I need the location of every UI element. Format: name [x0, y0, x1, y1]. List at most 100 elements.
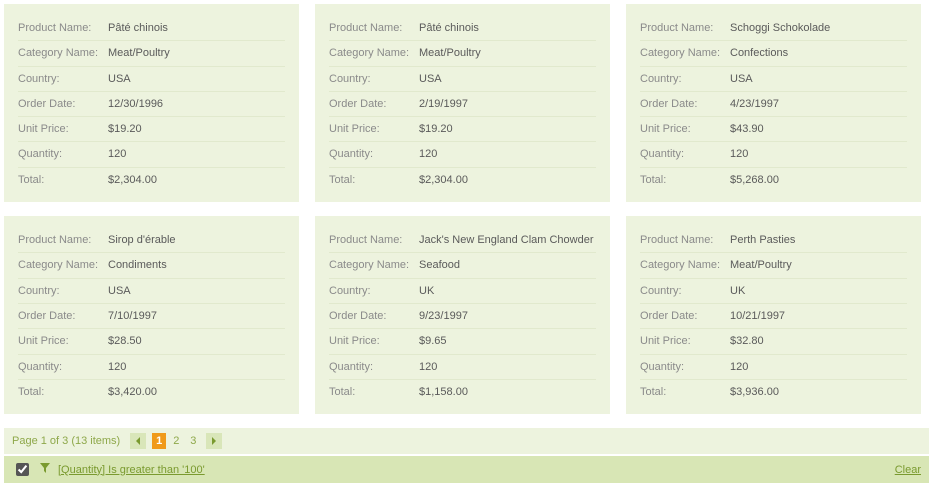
field-value: $19.20 [419, 122, 453, 136]
card-row-category: Category Name:Meat/Poultry [640, 253, 907, 278]
field-label: Order Date: [640, 97, 730, 111]
field-value: USA [108, 284, 131, 298]
field-value: USA [730, 72, 753, 86]
card-row-quantity: Quantity:120 [640, 142, 907, 167]
card-row-category: Category Name:Condiments [18, 253, 285, 278]
field-label: Order Date: [18, 309, 108, 323]
card-row-country: Country:USA [329, 67, 596, 92]
card-row-country: Country:UK [640, 279, 907, 304]
field-value: 10/21/1997 [730, 309, 785, 323]
filter-checkbox[interactable] [16, 463, 29, 476]
card-row-orderDate: Order Date:10/21/1997 [640, 304, 907, 329]
pager-next-button[interactable] [206, 433, 222, 449]
field-label: Unit Price: [640, 122, 730, 136]
field-value: 120 [419, 147, 437, 161]
record-card: Product Name:Schoggi Schokolade Category … [626, 4, 921, 202]
field-label: Category Name: [18, 258, 108, 272]
card-row-unitPrice: Unit Price:$9.65 [329, 329, 596, 354]
field-value: 9/23/1997 [419, 309, 468, 323]
field-label: Order Date: [329, 97, 419, 111]
field-label: Category Name: [640, 258, 730, 272]
chevron-left-icon [135, 437, 141, 445]
field-label: Quantity: [329, 147, 419, 161]
card-row-unitPrice: Unit Price:$32.80 [640, 329, 907, 354]
card-row-orderDate: Order Date:12/30/1996 [18, 92, 285, 117]
chevron-right-icon [211, 437, 217, 445]
card-row-quantity: Quantity:120 [18, 142, 285, 167]
pager-page-1[interactable]: 1 [152, 433, 166, 449]
field-value: 7/10/1997 [108, 309, 157, 323]
card-row-orderDate: Order Date:2/19/1997 [329, 92, 596, 117]
card-row-category: Category Name:Meat/Poultry [329, 41, 596, 66]
card-row-quantity: Quantity:120 [18, 355, 285, 380]
card-row-unitPrice: Unit Price:$28.50 [18, 329, 285, 354]
card-row-country: Country:USA [18, 279, 285, 304]
field-value: Condiments [108, 258, 167, 272]
filter-bar: [Quantity] Is greater than '100' Clear [4, 456, 929, 483]
card-row-product: Product Name:Jack's New England Clam Cho… [329, 228, 596, 253]
card-grid: Product Name:Pâté chinoisCategory Name:M… [0, 0, 933, 418]
card-row-product: Product Name:Perth Pasties [640, 228, 907, 253]
pager-page-3[interactable]: 3 [186, 433, 200, 449]
record-card: Product Name:Jack's New England Clam Cho… [315, 216, 610, 414]
field-label: Country: [18, 72, 108, 86]
field-label: Unit Price: [18, 334, 108, 348]
field-label: Quantity: [329, 360, 419, 374]
field-value: 120 [108, 147, 126, 161]
field-label: Product Name: [640, 21, 730, 35]
field-label: Country: [640, 284, 730, 298]
field-value: Pâté chinois [419, 21, 479, 35]
field-label: Total: [18, 173, 108, 187]
pager-page-2[interactable]: 2 [169, 433, 183, 449]
field-value: 120 [730, 147, 748, 161]
filter-clear-link[interactable]: Clear [895, 464, 921, 476]
field-value: Sirop d'érable [108, 233, 176, 247]
field-value: 120 [108, 360, 126, 374]
field-label: Product Name: [329, 21, 419, 35]
pager-prev-button[interactable] [130, 433, 146, 449]
record-card: Product Name:Pâté chinoisCategory Name:M… [4, 4, 299, 202]
field-label: Country: [329, 72, 419, 86]
record-card: Product Name:Sirop d'érableCategory Name… [4, 216, 299, 414]
card-row-category: Category Name:Confections [640, 41, 907, 66]
field-value: $5,268.00 [730, 173, 779, 187]
field-value: $3,420.00 [108, 385, 157, 399]
card-row-total: Total:$3,420.00 [18, 380, 285, 404]
pager-info: Page 1 of 3 (13 items) [12, 435, 120, 447]
field-label: Quantity: [18, 360, 108, 374]
filter-icon [40, 463, 50, 476]
field-label: Total: [329, 173, 419, 187]
field-value: 120 [419, 360, 437, 374]
record-card: Product Name:Pâté chinoisCategory Name:M… [315, 4, 610, 202]
field-value: 120 [730, 360, 748, 374]
card-row-unitPrice: Unit Price:$19.20 [329, 117, 596, 142]
field-label: Total: [640, 385, 730, 399]
card-row-total: Total:$5,268.00 [640, 168, 907, 192]
field-value: UK [419, 284, 434, 298]
card-row-product: Product Name:Pâté chinois [329, 16, 596, 41]
field-value: $32.80 [730, 334, 764, 348]
field-value: Meat/Poultry [108, 46, 170, 60]
field-label: Order Date: [640, 309, 730, 323]
card-row-total: Total:$1,158.00 [329, 380, 596, 404]
pager-bar: Page 1 of 3 (13 items) 1 2 3 [4, 428, 929, 454]
card-row-total: Total:$2,304.00 [329, 168, 596, 192]
field-label: Unit Price: [640, 334, 730, 348]
filter-expression-link[interactable]: [Quantity] Is greater than '100' [58, 464, 205, 476]
field-value: USA [419, 72, 442, 86]
card-row-unitPrice: Unit Price:$19.20 [18, 117, 285, 142]
card-row-product: Product Name:Sirop d'érable [18, 228, 285, 253]
field-value: $2,304.00 [108, 173, 157, 187]
field-value: 2/19/1997 [419, 97, 468, 111]
field-value: Perth Pasties [730, 233, 795, 247]
card-row-category: Category Name:Meat/Poultry [18, 41, 285, 66]
field-label: Product Name: [640, 233, 730, 247]
card-row-product: Product Name:Pâté chinois [18, 16, 285, 41]
field-label: Order Date: [18, 97, 108, 111]
field-value: $28.50 [108, 334, 142, 348]
card-row-quantity: Quantity:120 [329, 142, 596, 167]
field-label: Unit Price: [329, 122, 419, 136]
field-value: Schoggi Schokolade [730, 21, 830, 35]
field-label: Category Name: [329, 46, 419, 60]
field-value: $43.90 [730, 122, 764, 136]
